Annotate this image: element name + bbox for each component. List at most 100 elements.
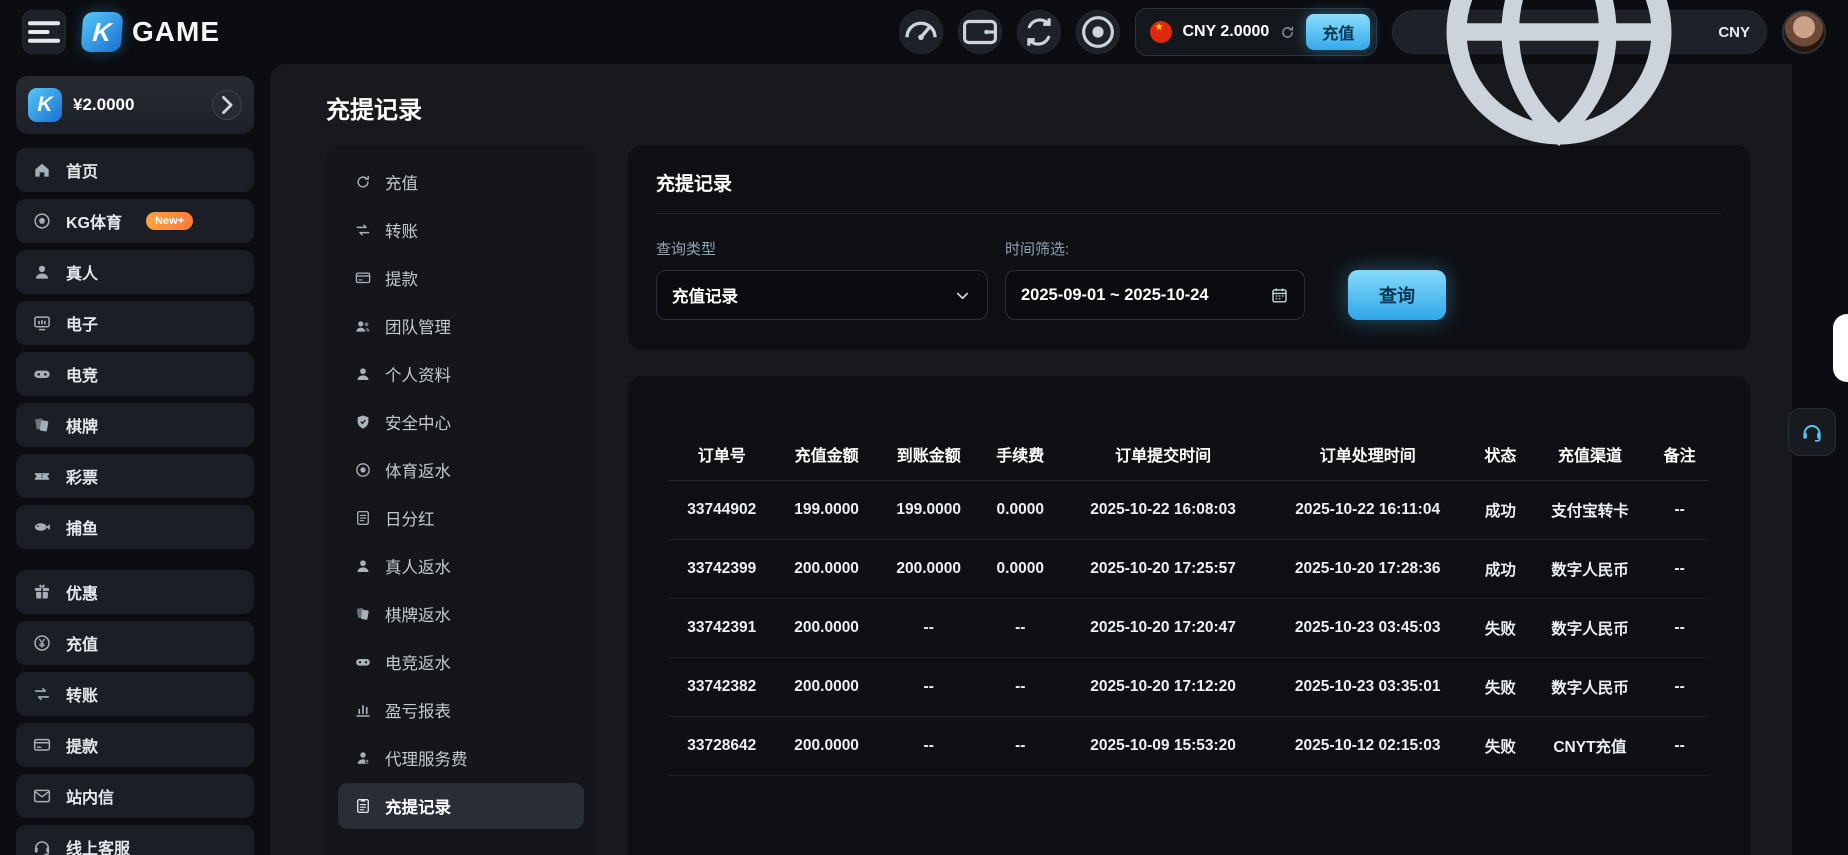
panels: 充提记录 查询类型 充值记录 时间筛选: 2025-09-01 ~ 2025-1… [628,145,1750,855]
table-cell: -- [878,599,980,658]
china-flag-icon [1150,21,1172,43]
refresh-icon [354,173,372,191]
gift-icon [32,582,52,602]
table-cell: -- [1649,481,1710,540]
swap-button[interactable] [1017,10,1061,54]
sidebar-item-withdraw[interactable]: 提款 [16,723,254,767]
sidebar-item-label: 转账 [66,682,98,706]
sidebar-item-promotions[interactable]: 优惠 [16,570,254,614]
date-range-input[interactable]: 2025-09-01 ~ 2025-10-24 [1005,270,1305,320]
table-cell: 支付宝转卡 [1531,481,1649,540]
submenu-item-daily-dividend[interactable]: 日分红 [338,495,584,541]
live-icon [32,262,52,282]
chess-icon [354,605,372,623]
home-icon [32,160,52,180]
withdraw-icon [354,269,372,287]
disc-button[interactable] [1076,10,1120,54]
agent-icon [354,749,372,767]
brand-logo[interactable]: K GAME [82,12,220,52]
submenu-item-profile[interactable]: 个人资料 [338,351,584,397]
submenu-item-label: 充值 [385,170,418,194]
submenu-item-label: 安全中心 [385,410,451,434]
sidebar-item-online-support[interactable]: 线上客服 [16,825,254,855]
table-cell: -- [1649,658,1710,717]
transfer-icon [354,221,372,239]
search-button[interactable]: 查询 [1348,270,1446,320]
column-header: 状态 [1470,428,1531,481]
table-cell: 数字人民币 [1531,658,1649,717]
table-row: 33744902199.0000199.00000.00002025-10-22… [668,481,1710,540]
mail-icon [32,786,52,806]
sidebar-item-slots[interactable]: 电子 [16,301,254,345]
sidebar-item-chess-cards[interactable]: 棋牌 [16,403,254,447]
table-cell: 2025-10-20 17:28:36 [1265,540,1470,599]
transfer-icon [32,684,52,704]
submenu-item-transfer[interactable]: 转账 [338,207,584,253]
submenu-item-label: 棋牌返水 [385,602,451,626]
fishing-icon [32,517,52,537]
table-cell: 200.0000 [878,540,980,599]
submenu-item-label: 体育返水 [385,458,451,482]
submenu-item-deposit[interactable]: 充值 [338,159,584,205]
date-range-value: 2025-09-01 ~ 2025-10-24 [1021,286,1209,305]
sidebar: K ¥2.0000 首页KG体育New+真人电子电竞棋牌彩票捕鱼 优惠充值转账提… [0,64,270,855]
floating-support-button[interactable] [1788,408,1836,456]
language-selector[interactable]: CNY [1392,10,1767,54]
submenu-item-esports-rebate[interactable]: 电竞返水 [338,639,584,685]
lottery-icon [32,466,52,486]
submenu-item-label: 转账 [385,218,418,242]
sidebar-item-home[interactable]: 首页 [16,148,254,192]
sidebar-item-live-casino[interactable]: 真人 [16,250,254,294]
gauge-button[interactable] [899,10,943,54]
sidebar-item-messages[interactable]: 站内信 [16,774,254,818]
table-cell: -- [980,599,1061,658]
drawer-handle[interactable] [1833,314,1848,382]
column-header: 手续费 [980,428,1061,481]
column-header: 订单处理时间 [1265,428,1470,481]
sidebar-item-label: 首页 [66,158,98,182]
withdraw-icon [32,735,52,755]
sidebar-item-esports[interactable]: 电竞 [16,352,254,396]
submenu-item-live-rebate[interactable]: 真人返水 [338,543,584,589]
primary-nav: 首页 KG体育New+ 真人电子电竞棋牌彩票捕鱼 [16,148,254,549]
submenu-item-deposit-withdraw-records[interactable]: 充提记录 [338,783,584,829]
sidebar-item-label: 电竞 [66,362,98,386]
wallet-expand-button[interactable] [212,90,242,120]
chevron-down-icon [953,286,972,305]
submenu-item-agent-fee[interactable]: 代理服务费 [338,735,584,781]
submenu-item-pl-report[interactable]: 盈亏报表 [338,687,584,733]
query-type-select[interactable]: 充值记录 [656,270,988,320]
refresh-icon[interactable] [1279,24,1296,41]
wallet-button[interactable] [958,10,1002,54]
records-table-card: 订单号充值金额到账金额手续费订单提交时间订单处理时间状态充值渠道备注337449… [628,376,1750,855]
currency-selector[interactable]: CNY 2.0000 充值 [1135,8,1377,56]
chevron-right-icon [213,91,241,119]
sidebar-item-deposit[interactable]: 充值 [16,621,254,665]
gauge-icon [900,11,942,53]
sidebar-item-kg-sports[interactable]: KG体育New+ [16,199,254,243]
submenu-item-withdraw[interactable]: 提款 [338,255,584,301]
records-icon [354,797,372,815]
submenu-item-security-center[interactable]: 安全中心 [338,399,584,445]
table-cell: -- [1649,599,1710,658]
menu-button[interactable] [22,10,66,54]
sidebar-item-fishing[interactable]: 捕鱼 [16,505,254,549]
chess-icon [32,415,52,435]
sidebar-item-lottery[interactable]: 彩票 [16,454,254,498]
user-avatar[interactable] [1782,10,1826,54]
live-icon [354,557,372,575]
table-cell: 数字人民币 [1531,599,1649,658]
sidebar-item-label: 棋牌 [66,413,98,437]
submenu-item-sports-rebate[interactable]: 体育返水 [338,447,584,493]
sidebar-item-transfer[interactable]: 转账 [16,672,254,716]
table-cell: 成功 [1470,481,1531,540]
records-table: 订单号充值金额到账金额手续费订单提交时间订单处理时间状态充值渠道备注337449… [668,428,1710,776]
headset-icon [1800,420,1824,444]
query-type-label: 查询类型 [656,238,988,259]
submenu-item-chess-rebate[interactable]: 棋牌返水 [338,591,584,637]
submenu-item-team-manage[interactable]: 团队管理 [338,303,584,349]
header-deposit-button[interactable]: 充值 [1306,14,1370,50]
logo-text: GAME [132,16,220,48]
sports-icon [32,211,52,231]
table-cell: 2025-10-20 17:25:57 [1061,540,1266,599]
